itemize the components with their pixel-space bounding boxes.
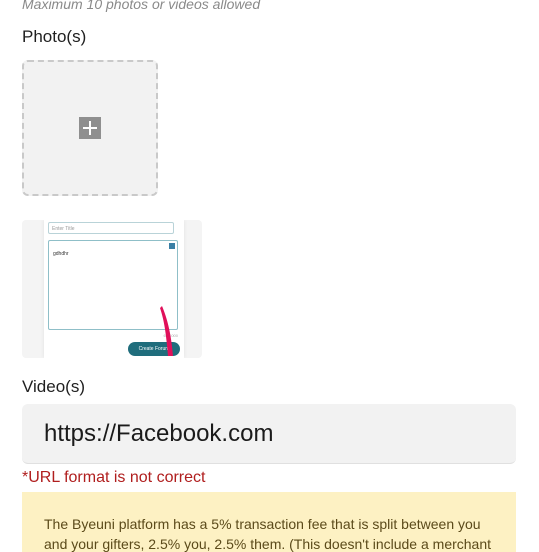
- videos-section-label: Video(s): [22, 377, 85, 396]
- plus-icon: [79, 117, 101, 139]
- thumbnail-corner-icon: [169, 243, 175, 249]
- thumbnail-title-field: Enter Title: [48, 222, 174, 234]
- fee-notice-text: The Byeuni platform has a 5% transaction…: [44, 516, 492, 552]
- fee-notice: The Byeuni platform has a 5% transaction…: [22, 492, 516, 552]
- video-url-input[interactable]: https://Facebook.com: [22, 404, 516, 464]
- url-error-message: *URL format is not correct: [22, 469, 206, 486]
- media-limit-hint: Maximum 10 photos or videos allowed: [22, 0, 261, 12]
- thumbnail-body-text: gdhdhr: [53, 251, 69, 257]
- add-photo-button[interactable]: [22, 60, 158, 196]
- photo-thumbnail[interactable]: Enter Title gdhdhr 6 / 1000 Create Forum: [22, 220, 202, 358]
- photos-section-label: Photo(s): [22, 27, 87, 46]
- annotation-arrow-icon: [160, 306, 173, 356]
- thumbnail-screenshot: Enter Title gdhdhr 6 / 1000 Create Forum: [44, 220, 184, 358]
